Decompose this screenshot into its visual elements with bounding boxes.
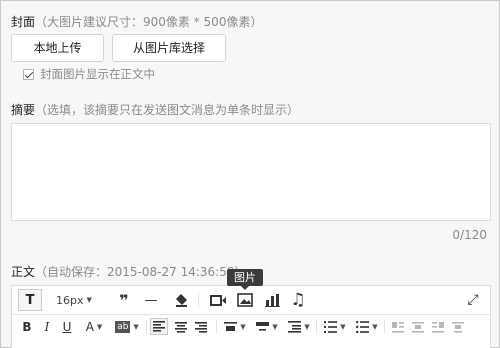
summary-title: 摘要 xyxy=(11,103,36,117)
cover-title: 封面 xyxy=(11,15,36,29)
video-icon[interactable] xyxy=(208,291,228,309)
editor-toolbar: T 16px ▼ ❞ — ♫ ⤢ B I U A ▼ ab ▼ ▼ ▼ ▼ ▼ … xyxy=(11,285,491,348)
chevron-down-icon: ▼ xyxy=(240,323,246,331)
font-color-dropdown[interactable]: A ▼ xyxy=(82,319,106,335)
ordered-list-icon xyxy=(324,321,338,333)
image-tooltip: 图片 xyxy=(227,269,263,290)
background-color-icon: ab xyxy=(115,321,131,333)
float-left-icon[interactable] xyxy=(390,319,406,335)
bold-icon[interactable]: B xyxy=(20,319,34,335)
chevron-down-icon: ▼ xyxy=(133,323,139,331)
image-icon[interactable] xyxy=(235,291,255,309)
chevron-down-icon: ▼ xyxy=(96,323,103,331)
float-right-icon[interactable] xyxy=(430,319,446,335)
summary-hint: （选填，该摘要只在发送图文消息为单条时显示） xyxy=(35,103,300,117)
font-color-icon: A xyxy=(85,320,94,334)
toolbar-separator xyxy=(146,320,147,334)
chevron-down-icon: ▼ xyxy=(340,323,346,331)
paragraph-spacing-icon xyxy=(224,322,238,331)
chevron-down-icon: ▼ xyxy=(86,296,92,304)
line-height-dropdown[interactable]: ▼ xyxy=(286,319,312,335)
float-center-icon[interactable] xyxy=(450,319,466,335)
float-none-icon[interactable] xyxy=(410,319,426,335)
toolbar-separator xyxy=(384,320,385,334)
show-cover-in-body-row[interactable]: 封面图片显示在正文中 xyxy=(23,67,155,81)
body-title: 正文 xyxy=(11,265,36,279)
show-cover-in-body-checkbox[interactable] xyxy=(23,68,34,80)
chevron-down-icon: ▼ xyxy=(304,323,310,331)
align-right-icon[interactable] xyxy=(192,319,210,335)
toolbar-separator xyxy=(216,320,217,334)
chart-icon[interactable] xyxy=(262,291,282,309)
music-icon[interactable]: ♫ xyxy=(288,290,308,310)
underline-icon[interactable]: U xyxy=(60,319,74,335)
body-autosave-status: （自动保存：2015-08-27 14:36:58） xyxy=(35,265,247,279)
font-size-value: 16px xyxy=(56,293,84,307)
body-heading: 正文（自动保存：2015-08-27 14:36:58） xyxy=(11,263,246,280)
align-center-icon[interactable] xyxy=(172,319,190,335)
paragraph-spacing-dropdown[interactable]: ▼ xyxy=(222,319,248,335)
editor-frame: 封面（大图片建议尺寸：900像素 * 500像素） 本地上传 从图片库选择 封面… xyxy=(0,0,500,348)
unordered-list-dropdown[interactable]: ▼ xyxy=(354,319,380,335)
cover-hint: （大图片建议尺寸：900像素 * 500像素） xyxy=(35,15,263,29)
clear-format-icon[interactable] xyxy=(172,291,190,309)
summary-char-counter: 0/120 xyxy=(452,228,487,242)
summary-heading: 摘要（选填，该摘要只在发送图文消息为单条时显示） xyxy=(11,101,299,118)
quote-icon[interactable]: ❞ xyxy=(116,291,132,310)
toolbar-divider xyxy=(12,314,490,315)
background-color-dropdown[interactable]: ab ▼ xyxy=(112,319,142,335)
font-size-dropdown[interactable]: 16px ▼ xyxy=(56,292,92,308)
fullscreen-icon[interactable]: ⤢ xyxy=(464,291,482,309)
indent-icon xyxy=(256,322,270,331)
ordered-list-dropdown[interactable]: ▼ xyxy=(322,319,348,335)
chevron-down-icon: ▼ xyxy=(272,323,278,331)
toolbar-separator xyxy=(316,320,317,334)
upload-local-button[interactable]: 本地上传 xyxy=(11,34,104,62)
italic-icon[interactable]: I xyxy=(40,319,54,335)
toolbar-separator xyxy=(198,293,199,307)
show-cover-in-body-label: 封面图片显示在正文中 xyxy=(40,67,155,81)
choose-from-library-button[interactable]: 从图片库选择 xyxy=(112,34,226,62)
indent-dropdown[interactable]: ▼ xyxy=(254,319,280,335)
align-left-icon[interactable] xyxy=(150,318,168,335)
line-height-icon xyxy=(288,321,302,333)
unordered-list-icon xyxy=(356,321,370,333)
summary-textarea[interactable] xyxy=(11,123,491,221)
chevron-down-icon: ▼ xyxy=(372,323,378,331)
cover-heading: 封面（大图片建议尺寸：900像素 * 500像素） xyxy=(11,13,262,30)
horizontal-rule-icon[interactable]: — xyxy=(142,291,160,309)
text-format-button[interactable]: T xyxy=(18,289,42,311)
